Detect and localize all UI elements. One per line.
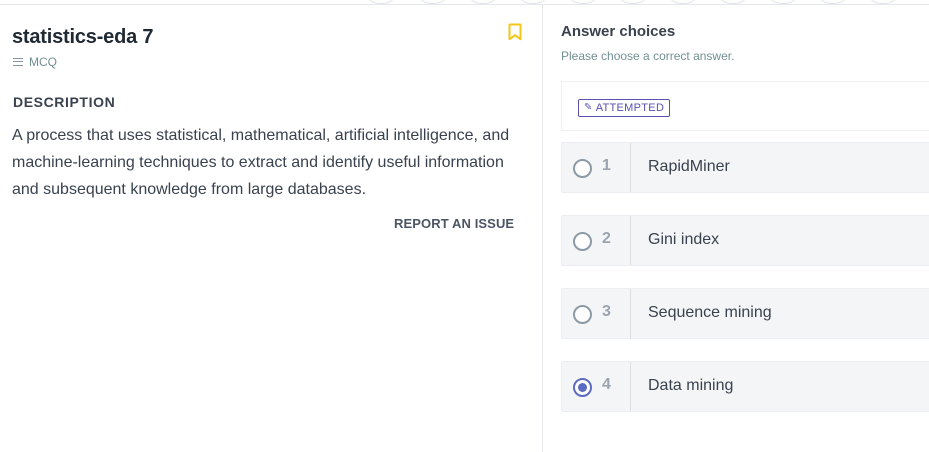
question-title: statistics-eda 7 (12, 26, 154, 48)
bookmark-icon[interactable] (508, 23, 522, 41)
answer-option-2[interactable]: 2 Gini index (561, 215, 929, 266)
option-label: Data mining (648, 377, 734, 394)
top-tab-edge (770, 0, 796, 4)
option-number: 4 (602, 376, 611, 393)
divider (630, 289, 631, 338)
question-type: MCQ (13, 55, 57, 69)
option-number: 1 (602, 157, 611, 174)
divider (630, 143, 631, 192)
radio-button-selected[interactable] (573, 378, 592, 397)
answer-option-3[interactable]: 3 Sequence mining (561, 288, 929, 339)
divider (630, 216, 631, 265)
answer-choices-heading: Answer choices (561, 23, 676, 40)
top-tab-edge (720, 0, 746, 4)
status-badge-label: ATTEMPTED (595, 102, 665, 114)
radio-button[interactable] (573, 305, 592, 324)
top-tab-edge (470, 0, 496, 4)
report-issue-link[interactable]: REPORT AN ISSUE (394, 216, 514, 231)
top-tab-edge (520, 0, 546, 4)
radio-button[interactable] (573, 232, 592, 251)
top-tab-edge (870, 0, 896, 4)
top-tab-edge (670, 0, 696, 4)
option-number: 2 (602, 230, 611, 247)
option-label: RapidMiner (648, 158, 730, 175)
divider (630, 362, 631, 411)
top-tab-edge (420, 0, 446, 4)
description-text: A process that uses statistical, mathema… (12, 127, 510, 198)
list-icon (13, 58, 23, 66)
pencil-icon: ✎ (584, 102, 593, 113)
option-number: 3 (602, 303, 611, 320)
description-heading: DESCRIPTION (13, 94, 116, 110)
answer-choices-subheading: Please choose a correct answer. (561, 49, 735, 63)
question-panel: statistics-eda 7 MCQ DESCRIPTION A proce… (0, 5, 543, 452)
status-badge: ✎ ATTEMPTED (578, 99, 671, 117)
question-type-label: MCQ (29, 55, 57, 69)
option-label: Gini index (648, 231, 720, 248)
attempt-status-bar: ✎ ATTEMPTED (561, 81, 929, 131)
top-tab-edge (620, 0, 646, 4)
answer-option-1[interactable]: 1 RapidMiner (561, 142, 929, 193)
option-label: Sequence mining (648, 304, 772, 321)
top-tab-edge (820, 0, 846, 4)
radio-button[interactable] (573, 159, 592, 178)
answer-panel: Answer choices Please choose a correct a… (544, 5, 929, 452)
top-tab-edge (570, 0, 596, 4)
top-tab-edge (368, 0, 394, 4)
answer-option-4[interactable]: 4 Data mining (561, 361, 929, 412)
